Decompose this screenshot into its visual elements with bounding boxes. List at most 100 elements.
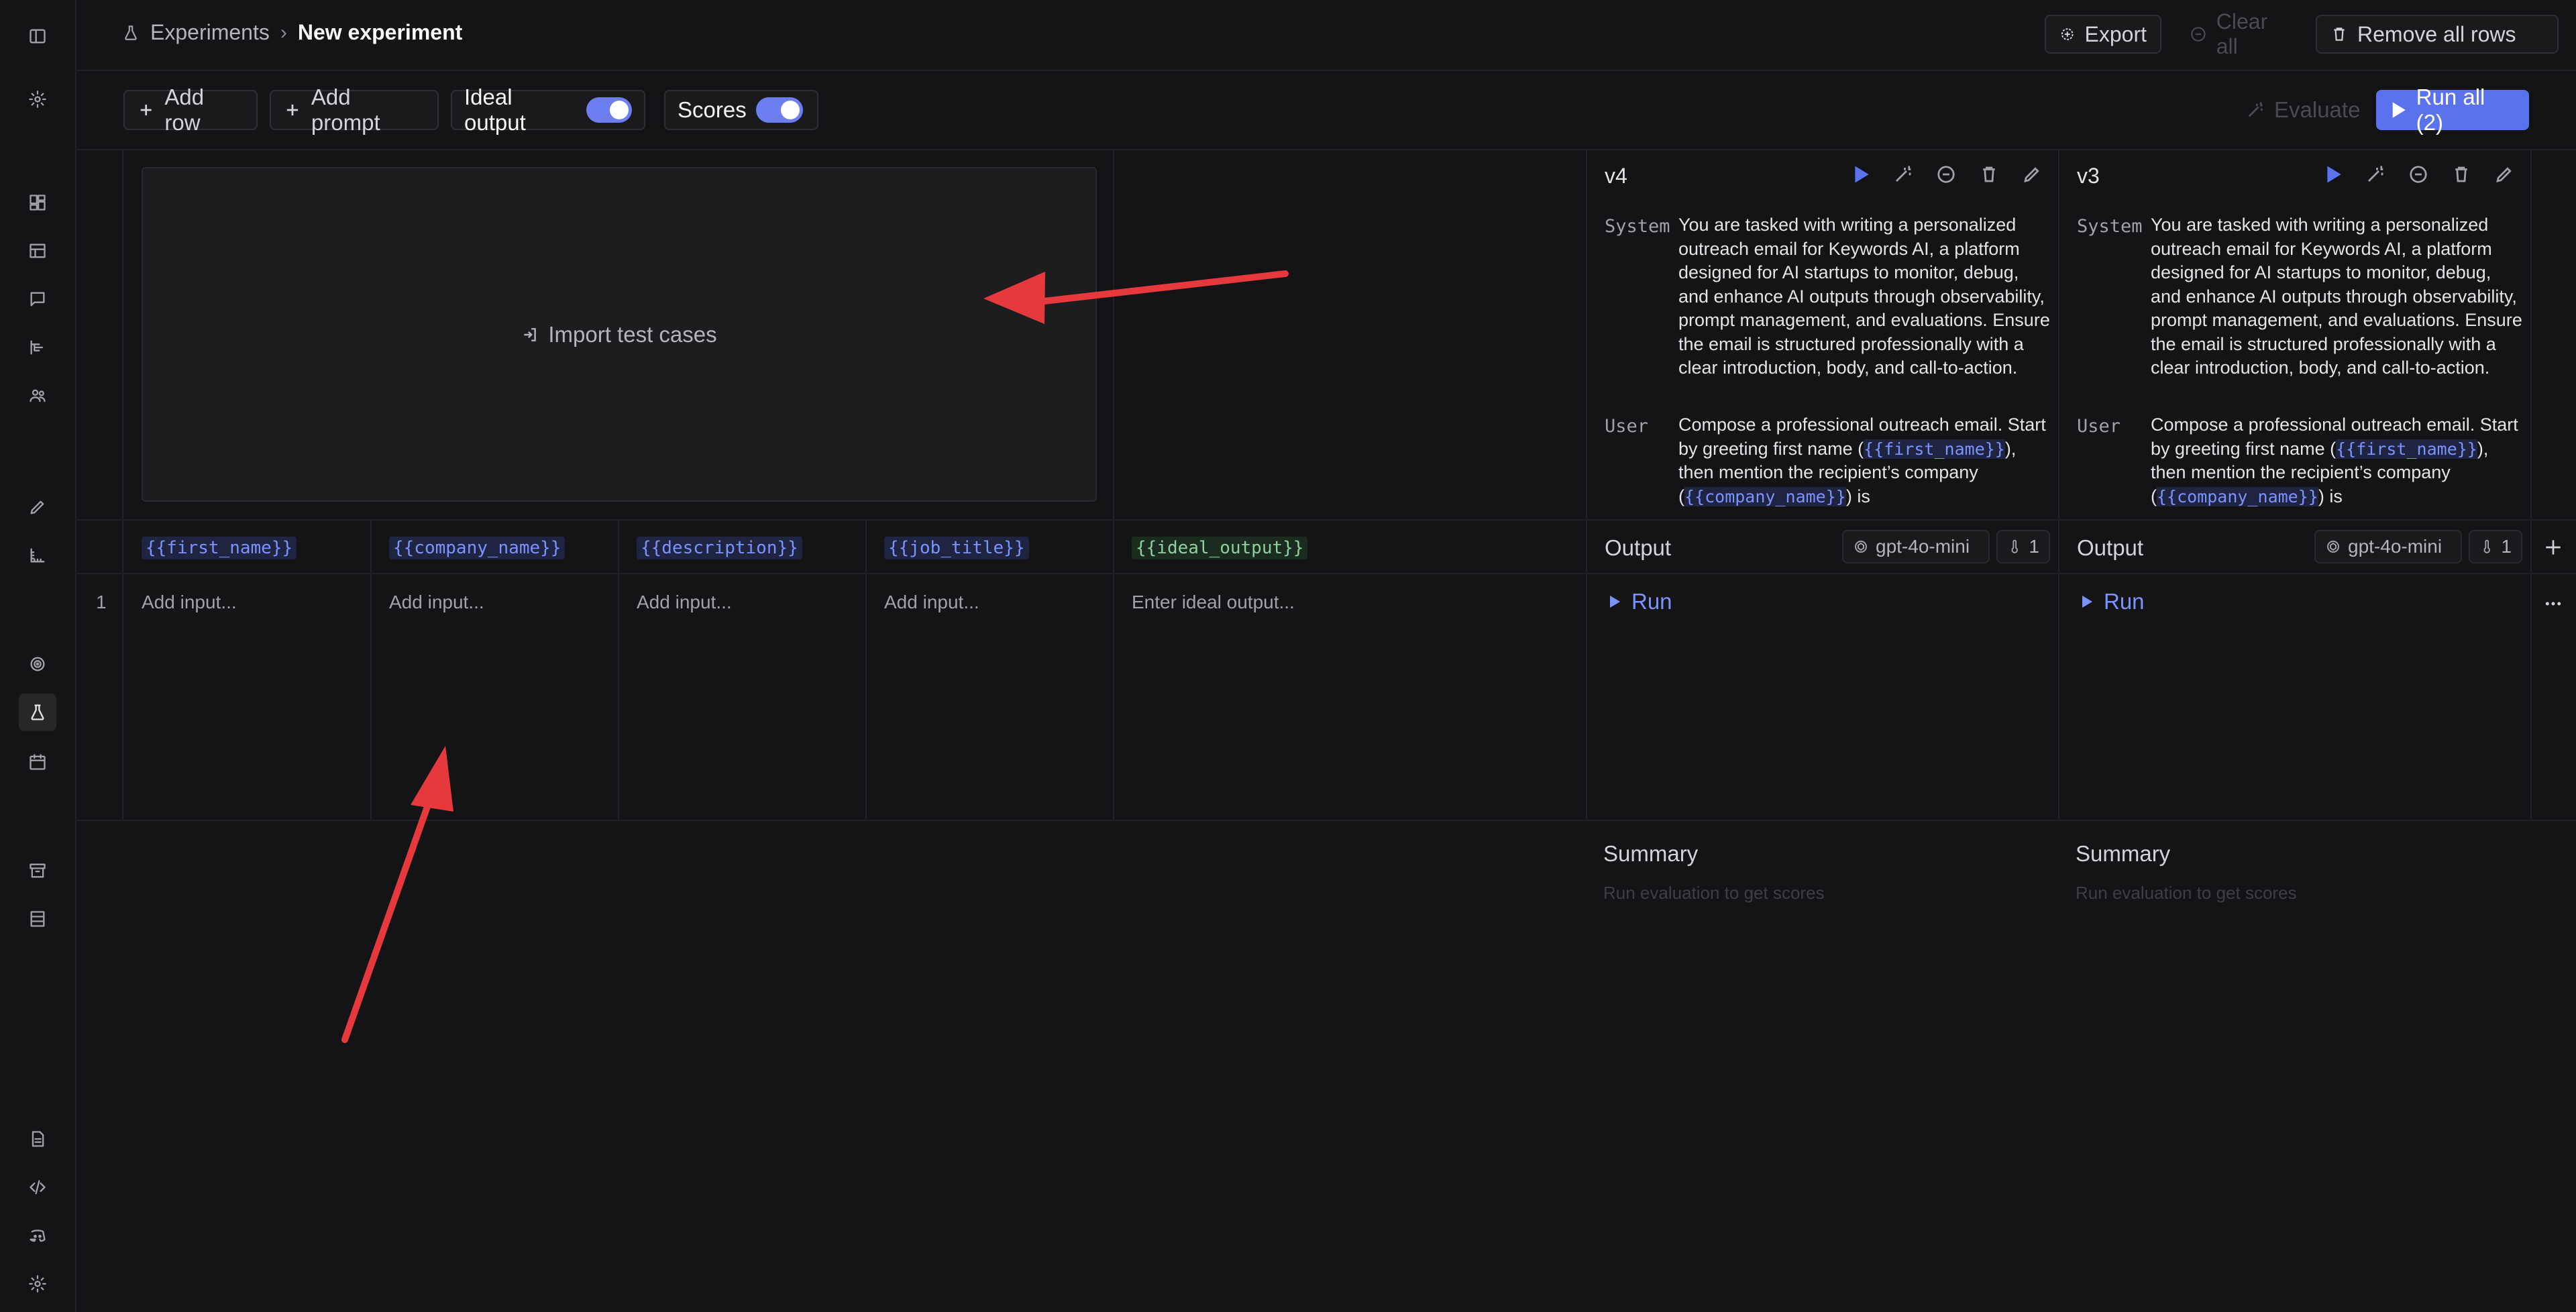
- toggle-sidebar-icon[interactable]: [24, 23, 51, 50]
- remove-all-rows-button[interactable]: Remove all rows: [2316, 15, 2559, 54]
- grid-divider: [1113, 149, 1114, 820]
- page-title: New experiment: [297, 20, 463, 44]
- run-cell-button[interactable]: Run: [1606, 589, 1672, 614]
- scores-toggle-group: Scores: [664, 90, 818, 130]
- account-settings-icon[interactable]: [24, 1270, 51, 1297]
- add-column-button[interactable]: [2538, 533, 2568, 562]
- temperature-value: 1: [2029, 536, 2039, 557]
- output-label: Output: [1605, 535, 1672, 560]
- run-prompt-icon[interactable]: [2322, 164, 2343, 184]
- user-message-viewport: Compose a professional outreach email. S…: [1678, 413, 2054, 510]
- row-more-menu[interactable]: [2538, 589, 2568, 618]
- evaluate-button[interactable]: Evaluate: [2234, 90, 2383, 130]
- import-test-cases-dropzone[interactable]: Import test cases: [142, 167, 1097, 502]
- summary-hint: Run evaluation to get scores: [1603, 883, 1825, 903]
- table-icon[interactable]: [24, 237, 51, 264]
- ideal-output-cell[interactable]: Enter ideal output...: [1132, 592, 1295, 613]
- summary-hint: Run evaluation to get scores: [2076, 883, 2297, 903]
- temperature-setting[interactable]: 1: [2469, 530, 2522, 563]
- add-prompt-button[interactable]: Add prompt: [270, 85, 439, 135]
- prompt-v4-actions: [1850, 164, 2042, 184]
- openai-icon: [1855, 541, 1867, 553]
- plus-icon: [140, 105, 152, 115]
- thermometer-icon: [2483, 539, 2490, 553]
- run-label: Run: [1631, 589, 1672, 614]
- prompt-version-v4: v4: [1605, 164, 1627, 188]
- dataset-icon[interactable]: [24, 906, 51, 932]
- breadcrumb-experiments-link[interactable]: Experiments: [150, 20, 270, 45]
- users-icon[interactable]: [24, 382, 51, 409]
- edit-pencil-icon[interactable]: [2022, 164, 2042, 184]
- user-text: ) is: [1845, 486, 1870, 506]
- user-role-label: User: [1605, 416, 1649, 437]
- play-icon: [1610, 596, 1620, 608]
- system-message: You are tasked with writing a personaliz…: [2151, 215, 2522, 378]
- thermometer-icon: [2011, 539, 2018, 553]
- import-test-cases-label: Import test cases: [548, 321, 717, 347]
- variable-company-name[interactable]: {{company_name}}: [389, 537, 566, 559]
- input-cell-first-name[interactable]: Add input...: [142, 592, 237, 613]
- target-icon[interactable]: [24, 651, 51, 677]
- archive-icon[interactable]: [24, 857, 51, 884]
- chat-icon[interactable]: [24, 286, 51, 313]
- export-button[interactable]: Export: [2045, 15, 2161, 54]
- openai-icon: [2327, 541, 2339, 553]
- trash-icon[interactable]: [2451, 164, 2471, 184]
- variable-description[interactable]: {{description}}: [637, 537, 802, 559]
- clear-all-button[interactable]: Clear all: [2176, 9, 2308, 58]
- input-cell-description[interactable]: Add input...: [637, 592, 732, 613]
- user-message-viewport: Compose a professional outreach email. S…: [2151, 413, 2526, 510]
- model-selector[interactable]: gpt-4o-mini: [1842, 530, 1990, 563]
- add-row-button[interactable]: Add row: [123, 85, 258, 135]
- discord-icon[interactable]: [24, 1222, 51, 1249]
- system-role-label: System: [2077, 216, 2143, 237]
- grid-divider: [1586, 149, 1587, 820]
- experiments-flask-icon[interactable]: [19, 694, 56, 731]
- header: Experiments › New experiment Export Clea…: [75, 0, 2576, 71]
- prompt-version-v3: v3: [2077, 164, 2100, 188]
- dashboard-icon[interactable]: [24, 189, 51, 216]
- traces-icon[interactable]: [24, 334, 51, 361]
- minus-circle-icon[interactable]: [2408, 164, 2428, 184]
- model-name: gpt-4o-mini: [1876, 536, 1970, 557]
- run-all-button[interactable]: Run all (2): [2376, 85, 2529, 135]
- play-icon: [2392, 102, 2406, 118]
- summary-label: Summary: [1603, 841, 1699, 866]
- edit-pencil-icon[interactable]: [2494, 164, 2514, 184]
- run-prompt-icon[interactable]: [1850, 164, 1870, 184]
- input-cell-job-title[interactable]: Add input...: [884, 592, 979, 613]
- grid-divider: [75, 573, 2576, 574]
- import-icon: [524, 327, 537, 341]
- code-icon[interactable]: [24, 1174, 51, 1201]
- model-selector[interactable]: gpt-4o-mini: [2314, 530, 2462, 563]
- variable-job-title[interactable]: {{job_title}}: [884, 537, 1029, 559]
- variable-ideal-output[interactable]: {{ideal_output}}: [1132, 537, 1308, 559]
- magic-wand-icon[interactable]: [2365, 164, 2385, 184]
- export-label: Export: [2084, 21, 2147, 46]
- ruler-icon[interactable]: [24, 542, 51, 569]
- pencil-icon[interactable]: [24, 494, 51, 521]
- variable-first-name[interactable]: {{first_name}}: [142, 537, 297, 559]
- scores-toggle[interactable]: [755, 97, 803, 123]
- annotation-arrow-inputs: [341, 746, 453, 1043]
- calendar-icon[interactable]: [24, 749, 51, 775]
- run-label: Run: [2104, 589, 2145, 614]
- run-cell-button[interactable]: Run: [2078, 589, 2145, 614]
- docs-icon[interactable]: [24, 1126, 51, 1152]
- magic-wand-icon[interactable]: [1893, 164, 1913, 184]
- trash-icon[interactable]: [1979, 164, 1999, 184]
- flask-icon: [125, 25, 137, 40]
- minus-circle-icon[interactable]: [1936, 164, 1956, 184]
- inline-variable: {{first_name}}: [2336, 439, 2477, 459]
- ideal-output-toggle[interactable]: [586, 97, 632, 123]
- temperature-setting[interactable]: 1: [1996, 530, 2050, 563]
- play-icon: [2082, 596, 2092, 608]
- ideal-output-label: Ideal output: [464, 85, 526, 135]
- more-horizontal-icon: [2545, 602, 2561, 606]
- inline-variable: {{company_name}}: [1684, 486, 1846, 506]
- settings-icon[interactable]: [24, 86, 51, 113]
- system-message: You are tasked with writing a personaliz…: [1678, 215, 2050, 378]
- input-cell-company-name[interactable]: Add input...: [389, 592, 484, 613]
- user-message: Compose a professional outreach email. S…: [2151, 413, 2523, 508]
- grid-divider: [2530, 149, 2532, 820]
